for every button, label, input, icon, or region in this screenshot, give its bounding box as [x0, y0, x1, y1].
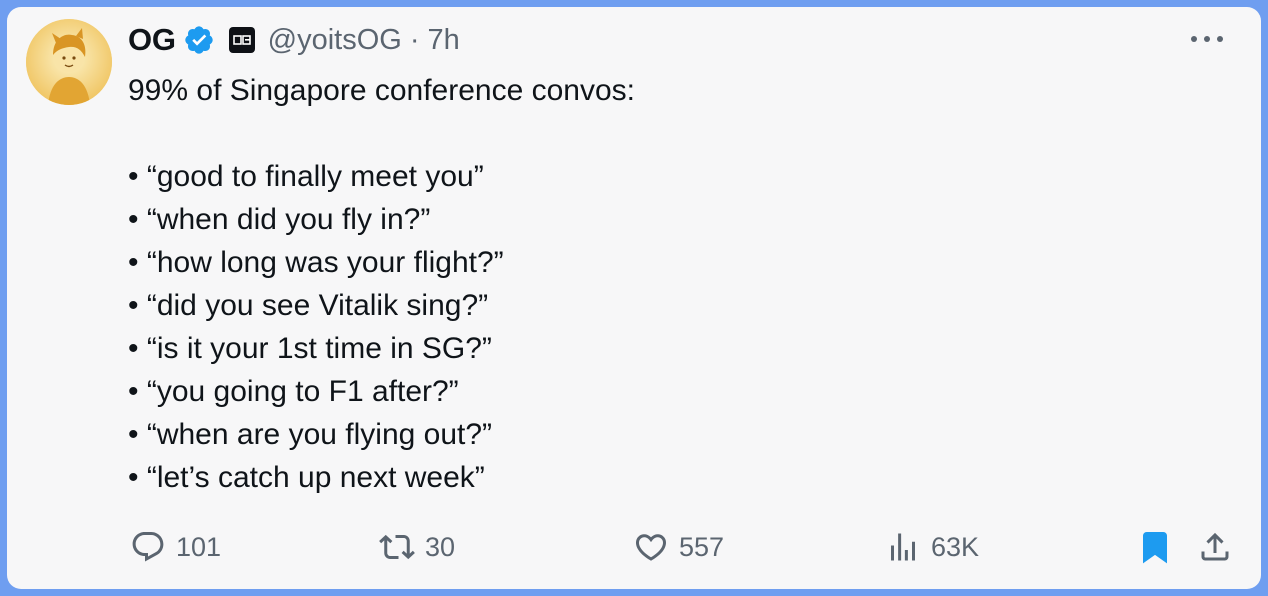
like-button[interactable]: 557: [633, 527, 724, 567]
list-item: • “good to finally meet you”: [128, 160, 484, 193]
post-card[interactable]: OG @yoitsOG · 7h 99% of Singapore confer…: [7, 7, 1261, 589]
author-handle[interactable]: @yoitsOG: [268, 24, 402, 57]
separator-dot: ·: [409, 23, 420, 56]
affiliation-badge-icon[interactable]: [228, 27, 255, 53]
post-header: OG @yoitsOG · 7h: [128, 19, 460, 61]
action-bar: 101 30 557 63K: [7, 527, 1261, 567]
avatar[interactable]: [26, 19, 112, 105]
more-icon[interactable]: [1191, 29, 1223, 49]
share-icon: [1201, 532, 1229, 561]
display-name[interactable]: OG: [128, 22, 176, 58]
heart-icon: [635, 534, 667, 561]
bookmark-icon: [1143, 532, 1167, 564]
analytics-icon: [891, 533, 915, 561]
list-item: • “is it your 1st time in SG?”: [128, 332, 492, 365]
post-text: 99% of Singapore conference convos: • “g…: [128, 69, 1208, 499]
share-button[interactable]: [1197, 527, 1233, 567]
views-button[interactable]: 63K: [885, 527, 979, 567]
reply-count: 101: [176, 531, 222, 562]
repost-count: 30: [425, 531, 456, 562]
repost-icon: [379, 534, 415, 560]
verified-badge-icon[interactable]: [183, 24, 215, 56]
list-item: • “when did you fly in?”: [128, 203, 431, 236]
reply-icon: [132, 532, 164, 562]
like-count: 557: [679, 531, 725, 562]
list-item: • “you going to F1 after?”: [128, 375, 459, 408]
post-intro-line: 99% of Singapore conference convos:: [128, 74, 635, 107]
list-item: • “let’s catch up next week”: [128, 461, 485, 494]
list-item: • “how long was your flight?”: [128, 246, 504, 279]
post-time[interactable]: 7h: [428, 24, 460, 57]
repost-button[interactable]: 30: [379, 527, 455, 567]
list-item: • “when are you flying out?”: [128, 418, 493, 451]
list-item: • “did you see Vitalik sing?”: [128, 289, 489, 322]
avatar-image: [26, 19, 112, 105]
views-count: 63K: [931, 531, 980, 562]
reply-button[interactable]: 101: [130, 527, 221, 567]
bookmark-button[interactable]: [1137, 527, 1173, 567]
